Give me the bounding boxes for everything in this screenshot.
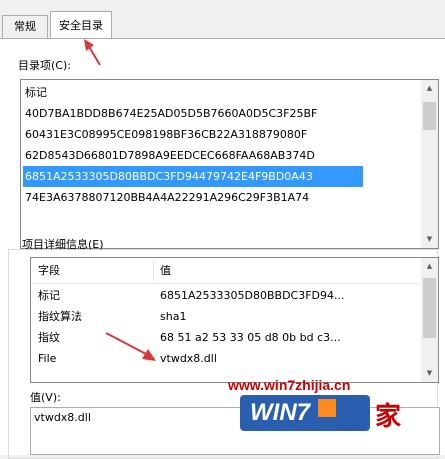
details-table[interactable]: 字段 值 标记 6851A2533305D80BBDC3FD94... 指纹算法…	[30, 257, 439, 383]
col-field-header[interactable]: 字段	[32, 259, 154, 283]
details-scrollbar[interactable]: ▲ ▼	[421, 258, 438, 382]
tab-security-catalog[interactable]: 安全目录	[50, 11, 112, 40]
catalog-item[interactable]: 74E3A6378807120BB4A4A22291A296C29F3B1A74	[23, 187, 309, 208]
annotation-arrow-icon	[105, 332, 156, 361]
detail-field: 指纹算法	[38, 310, 82, 323]
catalog-item[interactable]: 62D8543D66801D7898A9EEDCEC668FAA68AB374D	[23, 145, 315, 166]
watermark-brand: WIN7	[250, 399, 310, 426]
details-table-header: 字段 值	[32, 259, 420, 284]
scroll-up-icon[interactable]: ▲	[421, 258, 438, 275]
scroll-up-icon[interactable]: ▲	[421, 80, 438, 97]
watermark-suffix: 家	[375, 402, 402, 432]
windows-logo-icon	[318, 399, 336, 417]
watermark-logo: WIN7	[240, 395, 370, 431]
tab-strip: 常规 安全目录	[0, 0, 445, 40]
scroll-thumb[interactable]	[423, 278, 436, 338]
scroll-thumb[interactable]	[423, 102, 436, 130]
tab-panel: 目录项(C): 标记 40D7BA1BDD8B674E25AD05D5B7660…	[0, 38, 445, 459]
scroll-down-icon[interactable]: ▼	[421, 365, 438, 382]
catalog-item-selected[interactable]: 6851A2533305D80BBDC3FD94479742E4F9BD0A43	[23, 166, 363, 187]
catalog-list-header: 标记	[25, 86, 47, 99]
catalog-scrollbar[interactable]: ▲ ▼	[421, 80, 438, 248]
watermark-url: www.win7zhijia.cn	[228, 377, 351, 393]
tab-general[interactable]: 常规	[2, 15, 48, 39]
detail-value: sha1	[160, 310, 187, 323]
catalog-list[interactable]: 标记 40D7BA1BDD8B674E25AD05D5B7660A0D5C3F2…	[20, 79, 439, 249]
detail-value: 6851A2533305D80BBDC3FD94...	[160, 289, 345, 302]
annotation-arrow-icon	[84, 39, 101, 66]
value-text: vtwdx8.dll	[34, 411, 91, 424]
detail-value: 68 51 a2 53 33 05 d8 0b bd c3...	[160, 331, 341, 344]
detail-value: vtwdx8.dll	[160, 352, 217, 365]
catalog-item[interactable]: 60431E3C08995CE098198BF36CB22A318879080F	[23, 124, 307, 145]
catalog-item[interactable]: 40D7BA1BDD8B674E25AD05D5B7660A0D5C3F25BF	[23, 103, 317, 124]
details-label: 项目详细信息(E)	[22, 238, 104, 251]
detail-field: 标记	[38, 289, 60, 302]
value-label: 值(V):	[30, 391, 61, 404]
scroll-down-icon[interactable]: ▼	[421, 231, 438, 248]
catalog-label: 目录项(C):	[18, 59, 71, 72]
col-value-header[interactable]: 值	[154, 259, 414, 283]
